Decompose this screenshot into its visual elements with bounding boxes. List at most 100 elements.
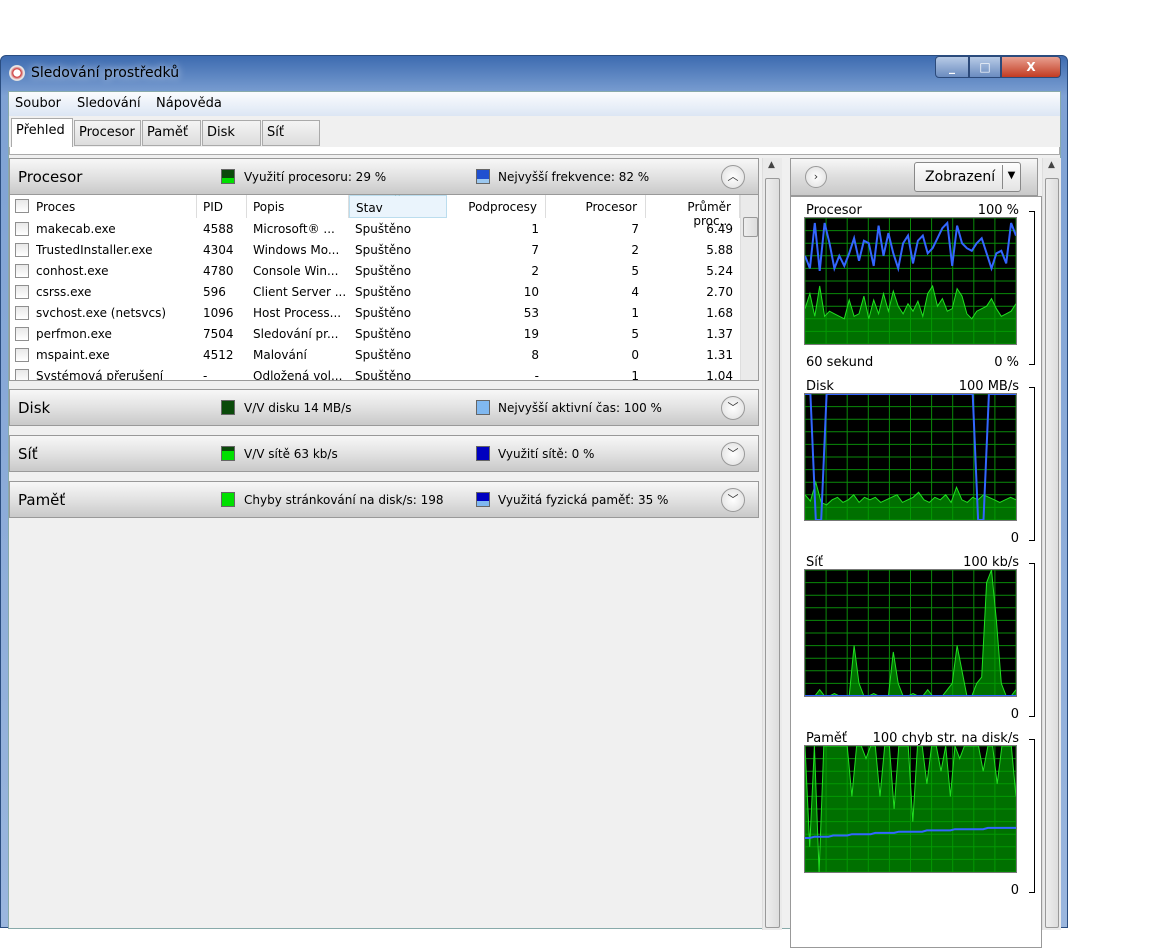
- column-header[interactable]: ^ Stav: [349, 195, 447, 218]
- dropdown-arrow-icon: ▼: [1002, 165, 1020, 189]
- column-header-proces[interactable]: Proces: [10, 195, 197, 218]
- graph-title: Síť: [806, 555, 823, 570]
- cell: 1.04: [706, 369, 733, 381]
- column-header[interactable]: Popis: [247, 195, 349, 218]
- table-row[interactable]: Systémová přerušení - Odložená vol... Spušt…: [10, 366, 740, 381]
- row-checkbox[interactable]: [15, 264, 29, 278]
- left-panel-scrollbar[interactable]: ▲: [762, 158, 782, 930]
- cell: Spuštěno: [355, 243, 412, 257]
- disk-io-legend-icon: [221, 400, 235, 415]
- table-row[interactable]: conhost.exe 4780 Console Win... Spuštěno 2 5 5…: [10, 261, 740, 282]
- section-header-cpu[interactable]: Procesor Využití procesoru: 29 % Nejvyšš…: [9, 158, 759, 195]
- sort-arrow-icon: ^: [394, 195, 401, 201]
- menu-soubor[interactable]: Soubor: [15, 96, 61, 111]
- cpu-usage-text: Využití procesoru: 29 %: [244, 170, 387, 184]
- table-row[interactable]: csrss.exe 596 Client Server ... Spuštěno 10 4…: [10, 282, 740, 303]
- table-row[interactable]: mspaint.exe 4512 Malování Spuštěno 8 0 1.31: [10, 345, 740, 366]
- max-frequency-text: Nejvyšší frekvence: 82 %: [498, 170, 650, 184]
- cell: 53: [523, 306, 539, 320]
- graph-title: Procesor: [806, 203, 862, 218]
- section-header-memory[interactable]: Paměť Chyby stránkování na disk/s: 198 V…: [9, 481, 759, 518]
- active-time-legend-icon: [476, 400, 490, 415]
- menu-napoveda[interactable]: Nápověda: [156, 96, 222, 111]
- graphs-panel: Procesor 100 % 60 sekund 0 % Disk 100 MB/s 0 Sí…: [790, 196, 1042, 948]
- column-header[interactable]: PID: [197, 195, 247, 218]
- scale-bracket: [1029, 211, 1035, 365]
- active-time-text: Nejvyšší aktivní čas: 100 %: [498, 401, 662, 415]
- table-row[interactable]: TrustedInstaller.exe 4304 Windows Mo... Spu…: [10, 240, 740, 261]
- column-header[interactable]: Průměr proc...: [646, 195, 740, 228]
- cell: -: [534, 369, 539, 381]
- table-row[interactable]: svchost.exe (netsvcs) 1096 Host Process...…: [10, 303, 740, 324]
- row-checkbox[interactable]: [15, 243, 29, 257]
- graph-2: [804, 569, 1017, 697]
- cell: Sledování pr...: [253, 327, 339, 341]
- row-checkbox[interactable]: [15, 327, 29, 341]
- network-io-text: V/V sítě 63 kb/s: [244, 447, 338, 461]
- cell: Spuštěno: [355, 285, 412, 299]
- cell: -: [203, 369, 208, 381]
- row-checkbox[interactable]: [15, 369, 29, 380]
- scrollbar-thumb[interactable]: [765, 178, 780, 928]
- tab-pamet[interactable]: Paměť: [142, 120, 201, 146]
- section-header-disk[interactable]: Disk V/V disku 14 MB/s Nejvyšší aktivní …: [9, 389, 759, 426]
- scroll-up-arrow-icon[interactable]: ▲: [1048, 160, 1055, 170]
- expand-chevron-down-icon[interactable]: ﹀: [721, 488, 745, 512]
- table-scrollbar[interactable]: [740, 195, 758, 380]
- scale-bracket: [1029, 563, 1035, 717]
- cell: 1.31: [706, 348, 733, 362]
- row-checkbox[interactable]: [15, 222, 29, 236]
- select-all-checkbox[interactable]: [15, 199, 29, 213]
- section-header-network[interactable]: Síť V/V sítě 63 kb/s Využití sítě: 0 % ﹀: [9, 435, 759, 472]
- graph-svg: [804, 745, 1017, 873]
- cell: 0: [631, 348, 639, 362]
- column-header[interactable]: Podprocesy: [447, 195, 546, 218]
- collapse-panel-chevron-right-icon[interactable]: ›: [805, 166, 827, 188]
- cell: 2: [631, 243, 639, 257]
- row-checkbox[interactable]: [15, 285, 29, 299]
- cell: 2: [531, 264, 539, 278]
- maximize-button[interactable]: □: [969, 56, 1001, 78]
- row-checkbox[interactable]: [15, 306, 29, 320]
- close-button[interactable]: X: [1001, 56, 1061, 78]
- cell: 1.37: [706, 327, 733, 341]
- tab-prehled[interactable]: Přehled: [11, 118, 73, 147]
- graph-title: Paměť: [806, 731, 847, 746]
- graph-0: [804, 217, 1017, 345]
- tab-disk[interactable]: Disk: [202, 120, 261, 146]
- row-checkbox[interactable]: [15, 348, 29, 362]
- minimize-button[interactable]: _: [935, 56, 969, 78]
- cell: Microsoft® ...: [253, 222, 335, 236]
- tab-sit[interactable]: Síť: [262, 120, 320, 146]
- collapse-chevron-up-icon[interactable]: ︿: [721, 165, 745, 189]
- right-panel-scrollbar[interactable]: ▲: [1042, 158, 1061, 930]
- cell: 6.49: [706, 222, 733, 236]
- resource-monitor-icon: [9, 65, 25, 81]
- column-header[interactable]: Procesor: [546, 195, 646, 218]
- view-dropdown-button[interactable]: Zobrazení ▼: [914, 162, 1021, 192]
- scrollbar-thumb[interactable]: [1045, 178, 1059, 928]
- hard-faults-text: Chyby stránkování na disk/s: 198: [244, 493, 444, 507]
- expand-chevron-down-icon[interactable]: ﹀: [721, 442, 745, 466]
- table-row[interactable]: perfmon.exe 7504 Sledování pr... Spuštěno 19…: [10, 324, 740, 345]
- tab-procesor[interactable]: Procesor: [74, 120, 141, 146]
- cell: 4: [631, 285, 639, 299]
- scrollbar-thumb[interactable]: [743, 217, 758, 237]
- cell: 7504: [203, 327, 234, 341]
- scroll-up-arrow-icon[interactable]: ▲: [768, 160, 775, 170]
- table-row[interactable]: makecab.exe 4588 Microsoft® ... Spuštěno 1 7 6…: [10, 219, 740, 240]
- cell: Odložená vol...: [253, 369, 343, 381]
- time-span-label: 60 sekund: [806, 355, 874, 370]
- cell: Spuštěno: [355, 264, 412, 278]
- cell: Spuštěno: [355, 348, 412, 362]
- expand-chevron-down-icon[interactable]: ﹀: [721, 396, 745, 420]
- graph-svg: [804, 393, 1017, 521]
- cell: makecab.exe: [36, 222, 116, 236]
- cpu-usage-legend-icon: [221, 169, 235, 184]
- graph-max-label: 100 chyb str. na disk/s: [872, 731, 1019, 746]
- graph-min-label: 0: [1010, 883, 1019, 898]
- menu-sledovani[interactable]: Sledování: [77, 96, 141, 111]
- process-table: Proces PID Popis ^ Stav Podprocesy Procesor Prů…: [9, 195, 759, 381]
- cell: 5: [631, 327, 639, 341]
- cell: 8: [531, 348, 539, 362]
